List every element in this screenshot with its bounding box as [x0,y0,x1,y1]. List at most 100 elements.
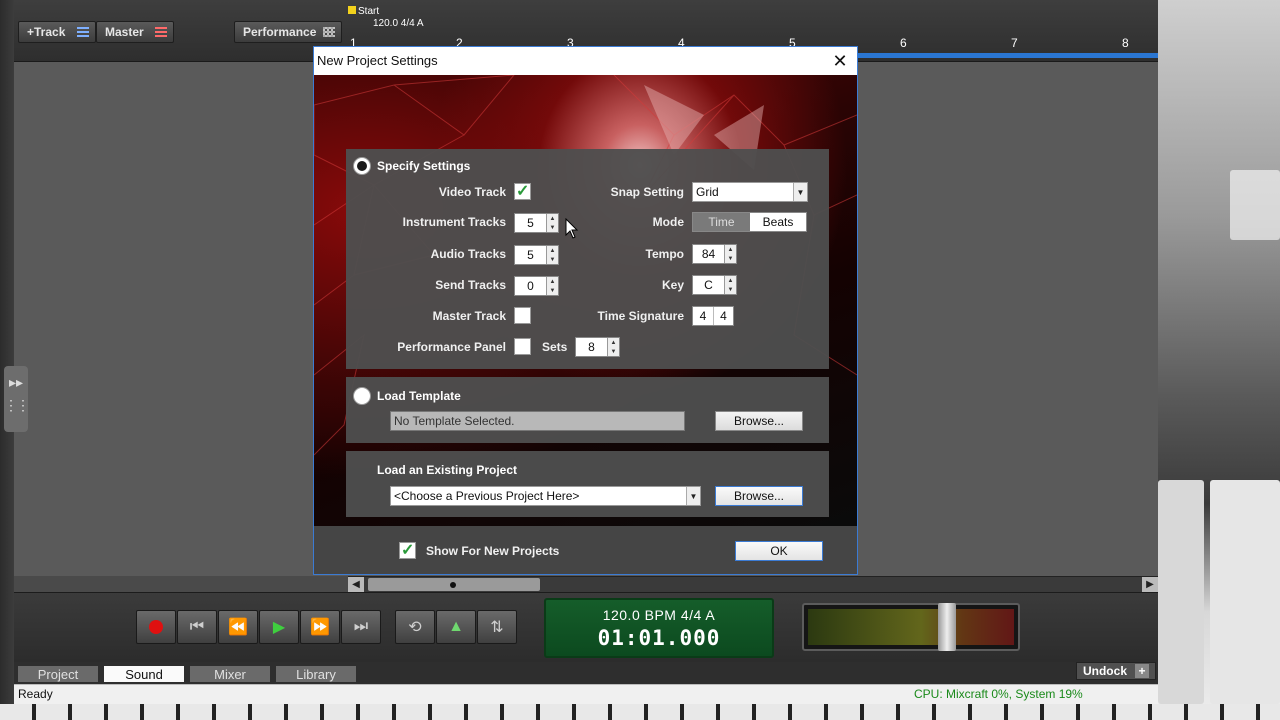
expand-icon: ▸▸ [8,374,24,390]
time-signature-numerator[interactable]: 4 [693,307,713,325]
performance-panel-checkbox[interactable] [514,338,531,355]
existing-browse-button[interactable]: Browse... [715,486,803,506]
list-icon [155,27,167,37]
sets-spinner[interactable]: 8 ▲ ▼ [575,337,620,357]
master-volume-meter [802,603,1020,651]
spin-up-icon[interactable]: ▲ [608,338,619,347]
audio-tracks-spinner[interactable]: 5 ▲ ▼ [514,245,559,265]
go-to-end-button[interactable]: ⏭ [341,610,381,644]
fast-forward-icon: ⏩ [310,619,330,636]
scroll-right-icon[interactable]: ▶ [1142,577,1158,592]
bar-number: 8 [1122,36,1129,50]
key-value: C [704,278,713,292]
spin-down-icon[interactable]: ▼ [547,255,558,264]
spin-up-icon[interactable]: ▲ [547,214,558,223]
mode-toggle: Time Beats [692,212,807,232]
tab-library[interactable]: Library [276,666,356,682]
snap-setting-select[interactable]: Grid ▼ [692,182,808,202]
dialog-footer: Show For New Projects OK [314,526,857,574]
spin-down-icon[interactable]: ▼ [547,286,558,295]
specify-settings-radio[interactable] [353,157,371,175]
sets-label: Sets [542,340,568,354]
mode-time-option[interactable]: Time [693,213,750,231]
expand-side-panel-button[interactable]: ▸▸ ⋮⋮ [4,366,30,432]
undock-button[interactable]: Undock + [1075,662,1156,680]
mode-label: Mode [652,215,684,229]
record-icon [149,620,163,634]
time-signature-denominator[interactable]: 4 [713,307,733,325]
record-button[interactable] [136,610,176,644]
spin-up-icon[interactable]: ▲ [547,277,558,286]
specify-settings-panel: Specify Settings Video Track Instrument … [346,149,829,369]
status-bar: Ready CPU: Mixcraft 0%, System 19% [14,684,1158,704]
master-button[interactable]: Master [96,21,174,43]
performance-button[interactable]: Performance [234,21,342,43]
spin-down-icon[interactable]: ▼ [608,347,619,356]
dialog-title: New Project Settings [317,53,438,68]
time-signature-field[interactable]: 4 4 [692,306,734,326]
send-tracks-spinner[interactable]: 0 ▲ ▼ [514,276,559,296]
spin-up-icon[interactable]: ▲ [725,276,736,285]
play-button[interactable]: ▶ [259,610,299,644]
skip-back-icon: ⏮ [189,618,205,635]
rewind-icon: ⏪ [228,619,248,636]
audio-tracks-value: 5 [527,248,534,262]
tab-project[interactable]: Project [18,666,98,682]
background-keys-bottom [0,704,1280,720]
spin-down-icon[interactable]: ▼ [547,223,558,232]
scroll-left-icon[interactable]: ◀ [348,577,364,592]
mode-beats-option[interactable]: Beats [750,213,806,231]
list-icon [77,27,89,37]
ok-button[interactable]: OK [735,541,823,561]
template-browse-button[interactable]: Browse... [715,411,803,431]
bar-number: 6 [900,36,907,50]
dialog-titlebar[interactable]: New Project Settings ✕ [314,47,857,75]
spin-down-icon[interactable]: ▼ [725,285,736,294]
dialog-body: Specify Settings Video Track Instrument … [314,75,857,526]
tempo-spinner[interactable]: 84 ▲ ▼ [692,244,737,264]
tempo-label: Tempo [645,247,684,261]
loop-region [858,53,1158,58]
time-display[interactable]: 120.0 BPM 4/4 A 01:01.000 [544,598,774,658]
fast-forward-button[interactable]: ⏩ [300,610,340,644]
new-project-settings-dialog: New Project Settings ✕ Specify Settings … [313,46,858,575]
snap-setting-value: Grid [696,185,719,199]
load-template-radio[interactable] [353,387,371,405]
spin-up-icon[interactable]: ▲ [725,245,736,254]
spin-down-icon[interactable]: ▼ [725,254,736,263]
status-text: Ready [18,687,53,701]
tab-sound[interactable]: Sound [104,666,184,682]
existing-project-value: <Choose a Previous Project Here> [394,489,580,503]
grid-icon [323,27,335,37]
master-volume-fader[interactable] [938,603,956,651]
show-for-new-projects-checkbox[interactable] [399,540,416,560]
arrows-icon: ⇅ [490,619,504,636]
tab-mixer[interactable]: Mixer [190,666,270,682]
instrument-tracks-spinner[interactable]: 5 ▲ ▼ [514,213,559,233]
metronome-button[interactable]: ▲ [436,610,476,644]
background-keyboard-photo [1158,0,1280,720]
add-track-button[interactable]: +Track [18,21,96,43]
rewind-button[interactable]: ⏪ [218,610,258,644]
spin-up-icon[interactable]: ▲ [547,246,558,255]
time-readout: 01:01.000 [597,626,721,650]
existing-project-select[interactable]: <Choose a Previous Project Here> ▼ [390,486,701,506]
horizontal-scrollbar[interactable]: ◀ ▶ [348,576,1158,592]
audio-tracks-label: Audio Tracks [430,247,506,261]
master-track-checkbox[interactable] [514,307,531,324]
loop-icon: ⟲ [408,619,422,636]
scroll-thumb[interactable] [368,578,540,591]
load-template-label: Load Template [377,389,461,403]
go-to-start-button[interactable]: ⏮ [177,610,217,644]
loop-button[interactable]: ⟲ [395,610,435,644]
mouse-cursor-icon [565,218,579,239]
video-track-checkbox[interactable] [514,181,531,201]
master-track-label: Master Track [432,309,506,323]
key-spinner[interactable]: C ▲ ▼ [692,275,737,295]
load-template-panel: Load Template No Template Selected. Brow… [346,377,829,443]
transport-bar: ⏮ ⏪ ▶ ⏩ ⏭ ⟲ ▲ ⇅ 120.0 BPM 4/4 A 01:01.00… [14,592,1158,662]
send-tracks-value: 0 [527,279,534,293]
cpu-usage: CPU: Mixcraft 0%, System 19% [914,687,1083,701]
close-icon[interactable]: ✕ [829,50,851,72]
count-in-button[interactable]: ⇅ [477,610,517,644]
